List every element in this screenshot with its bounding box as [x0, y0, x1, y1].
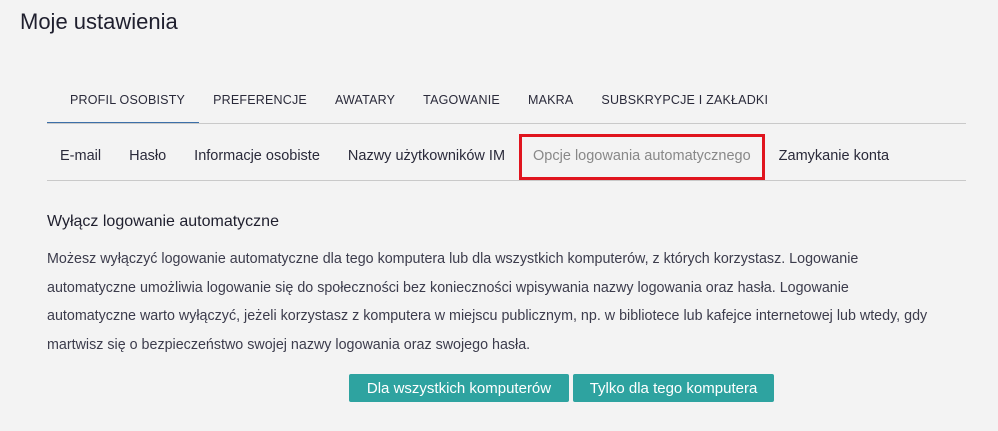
tab-subskrypcje-i-zakladki[interactable]: SUBSKRYPCJE I ZAKŁADKI — [587, 87, 782, 123]
sub-tabs: E-mail Hasło Informacje osobiste Nazwy u… — [47, 134, 966, 181]
tab-tagowanie[interactable]: TAGOWANIE — [409, 87, 514, 123]
subtab-opcje-logowania-automatycznego[interactable]: Opcje logowania automatycznego — [519, 134, 765, 180]
tab-profil-osobisty[interactable]: PROFIL OSOBISTY — [47, 87, 200, 123]
tab-makra[interactable]: MAKRA — [514, 87, 587, 123]
page-title: Moje ustawienia — [20, 9, 178, 34]
all-computers-button[interactable]: Dla wszystkich komputerów — [349, 374, 569, 402]
subtab-email[interactable]: E-mail — [47, 134, 115, 180]
main-tabs: PROFIL OSOBISTY PREFERENCJE AWATARY TAGO… — [47, 87, 966, 124]
subtab-haslo[interactable]: Hasło — [115, 134, 180, 180]
this-computer-button[interactable]: Tylko dla tego komputera — [573, 374, 774, 402]
subtab-zamykanie-konta[interactable]: Zamykanie konta — [765, 134, 903, 180]
tab-preferencje[interactable]: PREFERENCJE — [199, 87, 321, 123]
section-description: Możesz wyłączyć logowanie automatyczne d… — [47, 251, 928, 353]
subtab-nazwy-uzytkownikow-im[interactable]: Nazwy użytkowników IM — [334, 134, 519, 180]
tab-awatary[interactable]: AWATARY — [321, 87, 409, 123]
section-heading: Wyłącz logowanie automatyczne — [47, 213, 279, 230]
subtab-informacje-osobiste[interactable]: Informacje osobiste — [180, 134, 334, 180]
